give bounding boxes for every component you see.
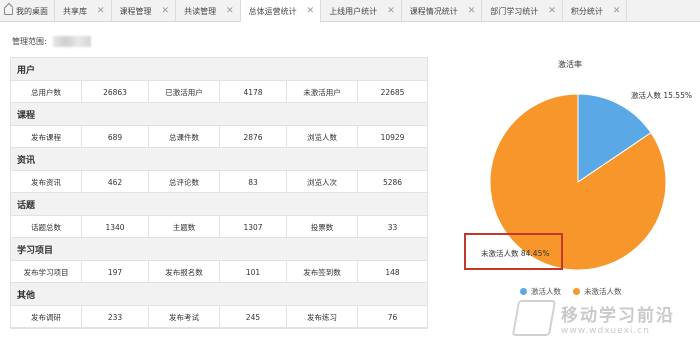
section-header: 其他	[11, 283, 427, 306]
section-header: 课程	[11, 103, 427, 126]
tab-bar: 我的桌面 共享库 ✕ 课程管理 ✕ 共读管理 ✕ 总体运营统计 ✕ 上线用户统计…	[0, 0, 700, 23]
table-row: 发布资讯 462 总评论数 83 浏览人次 5286	[11, 171, 427, 193]
tab-points-stats[interactable]: 积分统计 ✕	[563, 0, 628, 22]
stat-label: 发布报名数	[149, 261, 220, 283]
stat-value: 26863	[82, 81, 149, 103]
stat-value: 101	[220, 261, 287, 283]
tab-my-desktop[interactable]: 我的桌面	[0, 0, 55, 22]
tab-label: 共读管理	[184, 6, 217, 16]
management-scope: 管理范围:	[12, 36, 91, 47]
stat-label: 主题数	[149, 216, 220, 238]
tab-overall-stats[interactable]: 总体运营统计 ✕	[240, 0, 322, 23]
stat-value: 1307	[220, 216, 287, 238]
chart-legend: 激活人数 未激活人数	[520, 286, 634, 297]
tab-online-users-stats[interactable]: 上线用户统计 ✕	[321, 0, 402, 22]
stat-label: 已激活用户	[149, 81, 220, 103]
tab-reading-management[interactable]: 共读管理 ✕	[176, 0, 241, 22]
close-icon[interactable]: ✕	[97, 6, 105, 16]
watermark-text: 移动学习前沿	[561, 305, 675, 326]
table-row: 发布调研 233 发布考试 245 发布练习 76	[11, 306, 427, 328]
tab-course-management[interactable]: 课程管理 ✕	[112, 0, 177, 22]
stat-value: 233	[82, 306, 149, 328]
tab-label: 课程管理	[119, 6, 152, 16]
stat-value: 22685	[380, 87, 405, 97]
tab-label: 上线用户统计	[329, 6, 378, 16]
section-header: 话题	[11, 193, 427, 216]
tab-label: 积分统计	[570, 6, 603, 16]
stat-value: 689	[82, 126, 149, 148]
section-header: 资讯	[11, 148, 427, 171]
stat-label: 总课件数	[149, 126, 220, 148]
slice-label-unactivated: 未激活人数 84.45%	[481, 249, 550, 258]
section-header: 学习项目	[11, 238, 427, 261]
stat-value: 245	[220, 306, 287, 328]
stat-value: 197	[82, 261, 149, 283]
section-header: 用户	[11, 58, 427, 81]
table-row: 发布课程 689 总课件数 2876 浏览人数 10929	[11, 126, 427, 148]
tab-shared-library[interactable]: 共享库 ✕	[55, 0, 112, 22]
stat-value: 10929	[380, 132, 405, 142]
tab-course-stats[interactable]: 课程情况统计 ✕	[402, 0, 483, 22]
stat-label: 浏览人数	[287, 126, 358, 148]
close-icon[interactable]: ✕	[548, 6, 556, 16]
close-icon[interactable]: ✕	[613, 6, 621, 16]
stat-value: 5286	[382, 177, 403, 187]
close-icon[interactable]: ✕	[307, 6, 315, 16]
watermark: 移动学习前沿 www.wdxuexi.cn	[511, 300, 675, 336]
stat-label: 发布签到数	[287, 261, 358, 283]
close-icon[interactable]: ✕	[226, 6, 234, 16]
stat-label: 总用户数	[11, 81, 82, 103]
stat-label: 未激活用户	[287, 81, 358, 103]
home-icon	[4, 7, 13, 15]
tab-label: 部门学习统计	[490, 6, 539, 16]
close-icon[interactable]: ✕	[387, 6, 395, 16]
tab-label: 我的桌面	[16, 6, 48, 16]
tab-label: 课程情况统计	[409, 6, 458, 16]
tab-label: 总体运营统计	[248, 6, 297, 16]
stat-value: 76	[387, 312, 398, 322]
table-row: 总用户数 26863 已激活用户 4178 未激活用户 22685	[11, 81, 427, 103]
stat-label: 发布课程	[11, 126, 82, 148]
stat-label: 总评论数	[149, 171, 220, 193]
stat-label: 投票数	[287, 216, 358, 238]
stat-label: 发布调研	[11, 306, 82, 328]
watermark-url: www.wdxuexi.cn	[561, 325, 650, 336]
tab-department-stats[interactable]: 部门学习统计 ✕	[482, 0, 563, 22]
legend-dot	[520, 288, 527, 295]
scope-label: 管理范围:	[12, 37, 47, 46]
close-icon[interactable]: ✕	[162, 6, 170, 16]
tab-label: 共享库	[63, 6, 87, 16]
watermark-logo-icon	[511, 300, 557, 336]
chart-title: 激活率	[558, 60, 582, 69]
legend-item-unactivated[interactable]: 未激活人数	[573, 286, 622, 297]
table-row: 话题总数 1340 主题数 1307 投票数 33	[11, 216, 427, 238]
stat-value: 33	[387, 222, 398, 232]
table-row: 发布学习项目 197 发布报名数 101 发布签到数 148	[11, 261, 427, 283]
slice-label-activated: 激活人数 15.55%	[631, 91, 692, 100]
legend-label: 激活人数	[531, 287, 561, 296]
stat-label: 发布考试	[149, 306, 220, 328]
stats-table: 用户 总用户数 26863 已激活用户 4178 未激活用户 22685 课程 …	[10, 57, 428, 329]
stat-label: 浏览人次	[287, 171, 358, 193]
scope-value-blurred	[52, 36, 91, 47]
legend-item-activated[interactable]: 激活人数	[520, 286, 561, 297]
stat-value: 2876	[220, 126, 287, 148]
stat-value: 462	[82, 171, 149, 193]
stat-label: 发布学习项目	[11, 261, 82, 283]
stat-value: 148	[385, 267, 400, 277]
stat-label: 发布练习	[287, 306, 358, 328]
close-icon[interactable]: ✕	[468, 6, 476, 16]
legend-dot	[573, 288, 580, 295]
stat-value: 83	[220, 171, 287, 193]
stat-label: 话题总数	[11, 216, 82, 238]
stat-label: 发布资讯	[11, 171, 82, 193]
stat-value: 1340	[82, 216, 149, 238]
stat-value: 4178	[220, 81, 287, 103]
legend-label: 未激活人数	[584, 287, 622, 296]
